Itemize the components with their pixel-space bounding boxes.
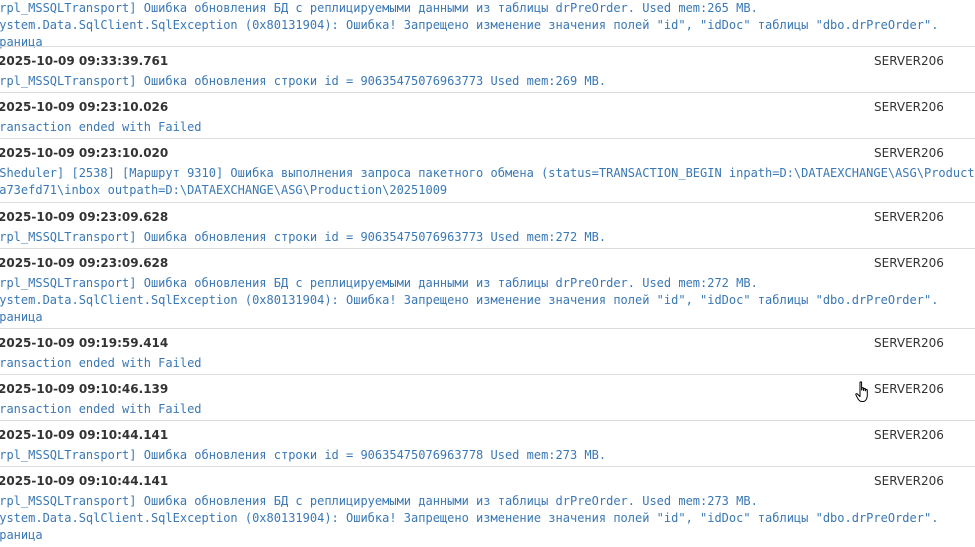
- log-entry[interactable]: 2025-10-09 09:23:10.020 SERVER206 [Shedule…: [0, 138, 975, 202]
- log-server: SERVER206: [874, 474, 944, 488]
- log-message-line: [Sheduler] [2538] [Маршрут 9310] Ошибка …: [0, 166, 975, 180]
- hand-pointer-icon: [855, 381, 868, 402]
- log-message: Transaction ended with Failed: [0, 119, 202, 136]
- log-message-line: [rpl_MSSQLTransport] Ошибка обновления с…: [0, 448, 607, 462]
- log-list: [rpl_MSSQLTransport] Ошибка обновления Б…: [0, 0, 975, 547]
- log-server: SERVER206: [874, 336, 944, 350]
- log-timestamp: 2025-10-09 09:10:44.141: [0, 428, 169, 442]
- log-server: SERVER206: [874, 54, 944, 68]
- log-entry[interactable]: 2025-10-09 09:23:09.628 SERVER206 [rpl_MSS…: [0, 202, 975, 248]
- log-entry[interactable]: 2025-10-09 09:19:59.414 SERVER206 Transact…: [0, 328, 975, 374]
- log-message-line: Transaction ended with Failed: [0, 120, 202, 134]
- log-message: [Sheduler] [2538] [Маршрут 9310] Ошибка …: [0, 165, 975, 199]
- log-message-line: System.Data.SqlClient.SqlException (0x80…: [0, 293, 939, 307]
- log-message-line: [rpl_MSSQLTransport] Ошибка обновления с…: [0, 74, 607, 88]
- log-entry[interactable]: 2025-10-09 09:33:39.761 SERVER206 [rpl_MSS…: [0, 46, 975, 92]
- log-server: SERVER206: [874, 210, 944, 224]
- log-message: Transaction ended with Failed: [0, 355, 202, 372]
- log-message-line: [rpl_MSSQLTransport] Ошибка обновления Б…: [0, 276, 758, 290]
- log-timestamp: 2025-10-09 09:19:59.414: [0, 336, 169, 350]
- log-entry[interactable]: 2025-10-09 09:10:44.141 SERVER206 [rpl_MSS…: [0, 466, 975, 547]
- log-server: SERVER206: [874, 100, 944, 114]
- log-message-line: Transaction ended with Failed: [0, 402, 202, 416]
- log-message: [rpl_MSSQLTransport] Ошибка обновления Б…: [0, 0, 938, 51]
- log-message: [rpl_MSSQLTransport] Ошибка обновления с…: [0, 229, 606, 246]
- log-entry[interactable]: 2025-10-09 09:23:09.628 SERVER206 [rpl_MSS…: [0, 248, 975, 328]
- log-message-line: Transaction ended with Failed: [0, 356, 202, 370]
- log-server: SERVER206: [874, 428, 944, 442]
- log-message-line: System.Data.SqlClient.SqlException (0x80…: [0, 18, 939, 32]
- log-message: Transaction ended with Failed: [0, 401, 202, 418]
- log-message: [rpl_MSSQLTransport] Ошибка обновления Б…: [0, 493, 938, 544]
- log-message-line: Da73efd71\inbox outpath=D:\DATAEXCHANGE\…: [0, 183, 448, 197]
- log-message-line: Граница: [0, 528, 43, 542]
- log-server: SERVER206: [874, 146, 944, 160]
- log-timestamp: 2025-10-09 09:10:46.139: [0, 382, 169, 396]
- log-timestamp: 2025-10-09 09:33:39.761: [0, 54, 169, 68]
- log-entry-partial: [rpl_MSSQLTransport] Ошибка обновления Б…: [0, 0, 975, 49]
- log-timestamp: 2025-10-09 09:23:09.628: [0, 256, 169, 270]
- log-entry[interactable]: 2025-10-09 09:23:10.026 SERVER206 Transact…: [0, 92, 975, 138]
- log-message-line: Граница: [0, 310, 43, 324]
- log-message: [rpl_MSSQLTransport] Ошибка обновления с…: [0, 73, 606, 90]
- log-message-line: System.Data.SqlClient.SqlException (0x80…: [0, 511, 939, 525]
- log-server: SERVER206: [874, 382, 944, 396]
- log-timestamp: 2025-10-09 09:10:44.141: [0, 474, 169, 488]
- log-server: SERVER206: [874, 256, 944, 270]
- log-entry[interactable]: 2025-10-09 09:10:44.141 SERVER206 [rpl_MSS…: [0, 420, 975, 466]
- log-message: [rpl_MSSQLTransport] Ошибка обновления с…: [0, 447, 606, 464]
- log-timestamp: 2025-10-09 09:23:10.026: [0, 100, 169, 114]
- log-timestamp: 2025-10-09 09:23:10.020: [0, 146, 169, 160]
- log-entry[interactable]: 2025-10-09 09:10:46.139 SERVER206 Transact…: [0, 374, 975, 420]
- log-message-line: [rpl_MSSQLTransport] Ошибка обновления Б…: [0, 494, 758, 508]
- log-message: [rpl_MSSQLTransport] Ошибка обновления Б…: [0, 275, 938, 326]
- log-timestamp: 2025-10-09 09:23:09.628: [0, 210, 169, 224]
- log-message-line: [rpl_MSSQLTransport] Ошибка обновления Б…: [0, 1, 758, 15]
- log-message-line: [rpl_MSSQLTransport] Ошибка обновления с…: [0, 230, 607, 244]
